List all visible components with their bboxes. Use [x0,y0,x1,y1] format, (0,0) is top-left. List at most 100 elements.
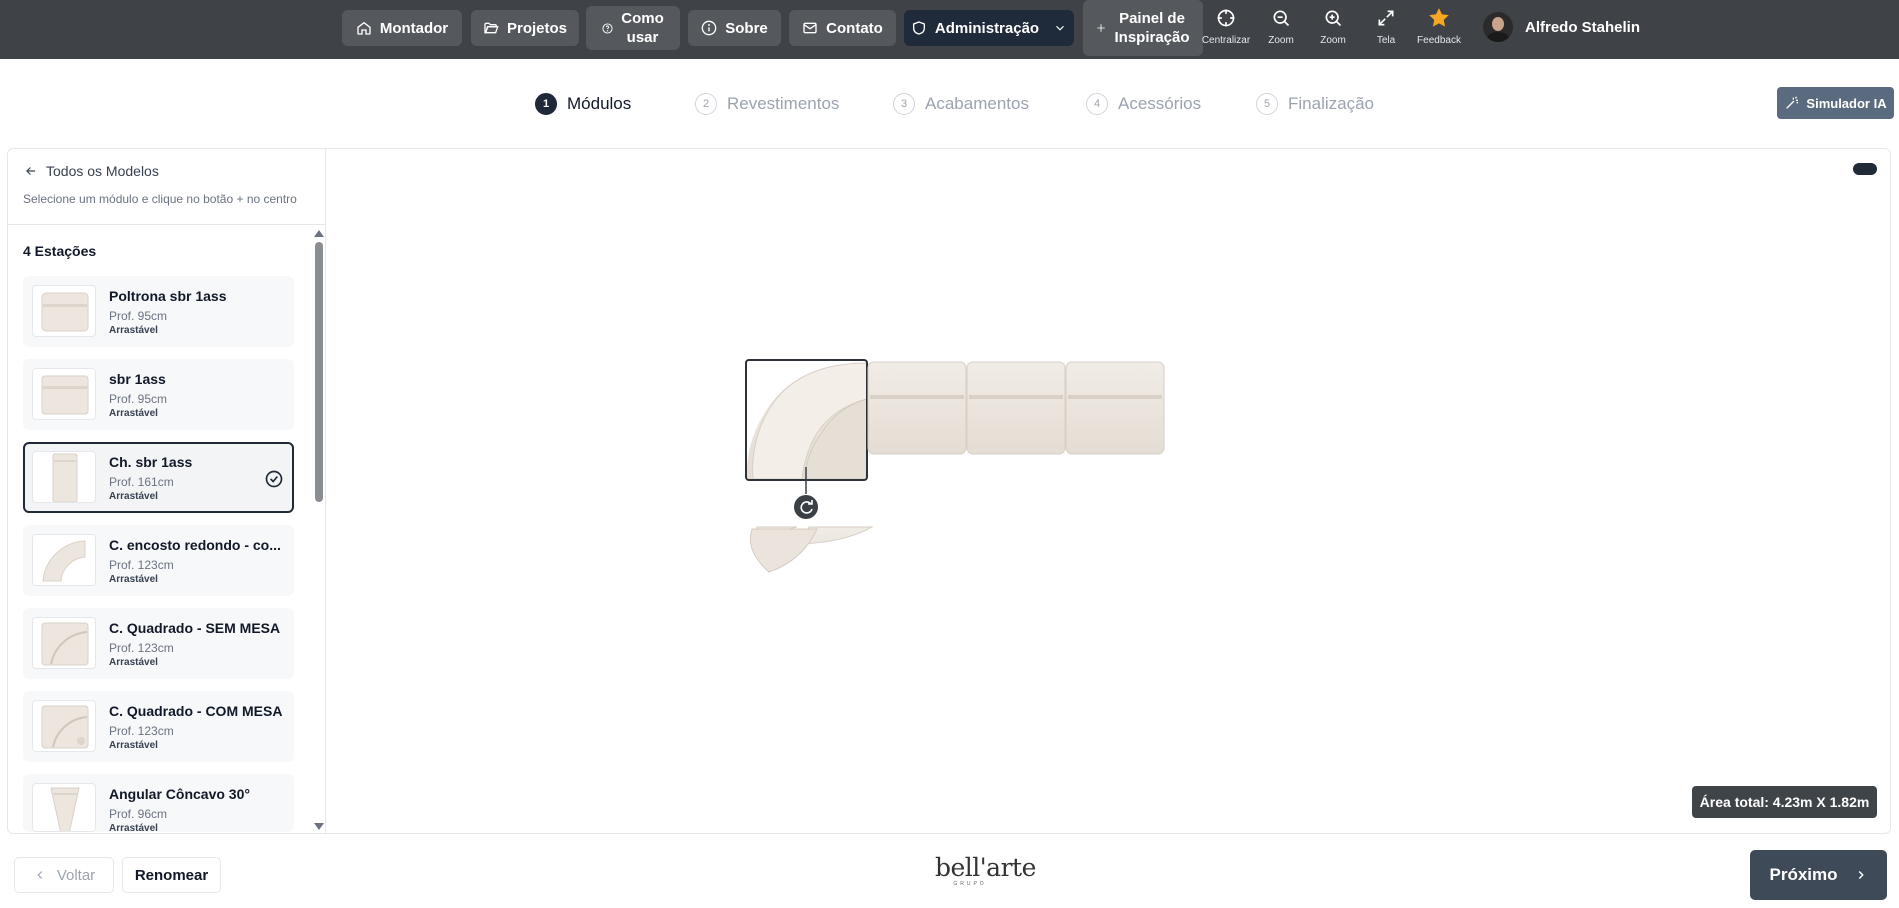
module-depth: Prof. 161cm [109,475,174,489]
module-draggable-tag: Arrastável [109,325,158,336]
module-name: sbr 1ass [109,371,166,387]
tela-fullscreen-tool[interactable]: Tela [1361,8,1411,54]
renomear-button[interactable]: Renomear [122,857,221,893]
centralizar-tool[interactable]: Centralizar [1201,8,1251,54]
module-depth: Prof. 123cm [109,558,174,572]
step-revestimentos[interactable]: 2 Revestimentos [695,92,839,116]
help-circle-icon [602,22,613,34]
nav-administracao-dropdown[interactable]: Administração [904,10,1074,46]
chevron-right-icon [1858,870,1864,880]
step-label: Acessórios [1118,94,1202,113]
simulador-ia-button[interactable]: Simulador IA [1777,87,1894,119]
proximo-label: Próximo [1769,865,1838,884]
zoom-in-label: Zoom [1320,35,1346,46]
step-number: 1 [535,93,557,115]
logo-wordmark: bell'arte [935,853,1036,882]
step-number: 2 [695,93,717,115]
nav-painel-line2: Inspiração [1114,29,1190,46]
nav-como-usar-button[interactable]: Como usar [586,6,680,50]
todos-os-modelos-link[interactable]: Todos os Modelos [24,163,159,179]
sofa-module-straight-3[interactable] [1065,361,1165,455]
step-number: 5 [1256,93,1278,115]
zoom-in-tool[interactable]: Zoom [1308,8,1358,54]
module-draggable-tag: Arrastável [109,657,158,668]
maximize-icon [1378,10,1394,26]
nav-projetos-button[interactable]: Projetos [471,10,579,46]
nav-projetos-label: Projetos [506,19,567,37]
module-name: C. Quadrado - COM MESA [109,703,283,719]
step-finalizacao[interactable]: 5 Finalização [1256,92,1374,116]
sofa-module-straight-1[interactable] [867,361,967,455]
module-card-poltrona[interactable]: Poltrona sbr 1ass Prof. 95cm Arrastável [23,276,294,347]
voltar-button[interactable]: Voltar [14,857,114,893]
module-depth: Prof. 95cm [109,309,168,323]
arrow-left-icon [26,167,36,175]
top-navigation-bar: Montador Projetos Como usar Sobre Contat… [0,0,1899,59]
module-card-sbr-1ass[interactable]: sbr 1ass Prof. 95cm Arrastável [23,359,294,430]
module-card-c-quadrado-com-mesa[interactable]: C. Quadrado - COM MESA Prof. 123cm Arras… [23,691,294,762]
chevron-down-icon [1056,25,1065,31]
module-card-angular-concavo[interactable]: Angular Côncavo 30° Prof. 96cm Arrastáve… [23,774,294,832]
module-thumbnail [32,783,96,832]
nav-contato-button[interactable]: Contato [789,10,896,46]
zoom-in-icon [1325,10,1342,27]
voltar-label: Voltar [56,866,96,884]
info-icon [701,20,717,36]
nav-painel-inspiracao-button[interactable]: Painel de Inspiração [1083,0,1203,56]
chevron-left-icon [37,871,42,879]
simulador-ia-label: Simulador IA [1806,95,1887,111]
nav-montador-label: Montador [379,19,449,37]
todos-os-modelos-label: Todos os Modelos [46,163,159,179]
nav-administracao-label: Administração [934,19,1040,37]
centralizar-label: Centralizar [1201,35,1251,46]
scroll-thumb[interactable] [315,242,323,502]
feedback-tool[interactable]: Feedback [1414,8,1464,54]
home-icon [357,21,371,35]
bellarte-logo: bell'arte GRUPO [935,853,1036,891]
module-thumbnail [32,700,96,752]
user-name: Alfredo Stahelin [1525,18,1641,36]
sparkle-icon [1097,24,1106,32]
nav-como-usar-line2: usar [626,29,659,46]
sofa-module-lower-corner[interactable] [749,526,874,573]
sofa-layout-drawing[interactable] [327,149,1890,833]
module-card-c-encosto-redondo[interactable]: C. encosto redondo - co... Prof. 123cm A… [23,525,294,596]
proximo-button[interactable]: Próximo [1750,850,1887,900]
nav-como-usar-line1: Como [621,10,664,27]
module-sidebar: Todos os Modelos Selecione um módulo e c… [7,148,326,834]
sofa-module-selected-corner[interactable] [745,359,869,481]
step-number: 4 [1086,93,1108,115]
nav-painel-line1: Painel de [1119,10,1185,27]
avatar [1483,12,1513,42]
module-depth: Prof. 123cm [109,724,174,738]
step-acessorios[interactable]: 4 Acessórios [1086,92,1201,116]
feedback-label: Feedback [1417,35,1461,46]
user-menu[interactable]: Alfredo Stahelin [1483,12,1640,42]
step-acabamentos[interactable]: 3 Acabamentos [893,92,1029,116]
step-modulos[interactable]: 1 Módulos [535,92,631,116]
module-depth: Prof. 123cm [109,641,174,655]
folder-open-icon [484,22,499,34]
tela-label: Tela [1376,35,1396,46]
section-title: 4 Estações [23,243,97,259]
module-card-c-quadrado-sem-mesa[interactable]: C. Quadrado - SEM MESA Prof. 123cm Arras… [23,608,294,679]
module-card-ch-sbr-1ass[interactable]: Ch. sbr 1ass Prof. 161cm Arrastável [23,442,294,513]
star-icon [1429,8,1449,27]
step-number: 3 [893,93,915,115]
sidebar-scrollbar[interactable] [312,228,324,832]
nav-sobre-button[interactable]: Sobre [688,10,781,46]
module-thumbnail [32,451,96,503]
step-label: Revestimentos [727,94,840,113]
design-canvas[interactable]: Área total: 4.23m X 1.82m [327,149,1890,833]
nav-montador-button[interactable]: Montador [342,10,462,46]
zoom-out-tool[interactable]: Zoom [1256,8,1306,54]
scroll-down-arrow[interactable] [314,823,324,830]
module-name: C. encosto redondo - co... [109,537,281,553]
sidebar-hint: Selecione um módulo e clique no botão + … [23,192,297,206]
module-draggable-tag: Arrastável [109,823,158,832]
sofa-module-straight-2[interactable] [966,361,1066,455]
magic-wand-icon [1786,96,1799,109]
step-label: Módulos [567,94,632,113]
scroll-up-arrow[interactable] [314,230,324,237]
mail-icon [803,22,817,34]
